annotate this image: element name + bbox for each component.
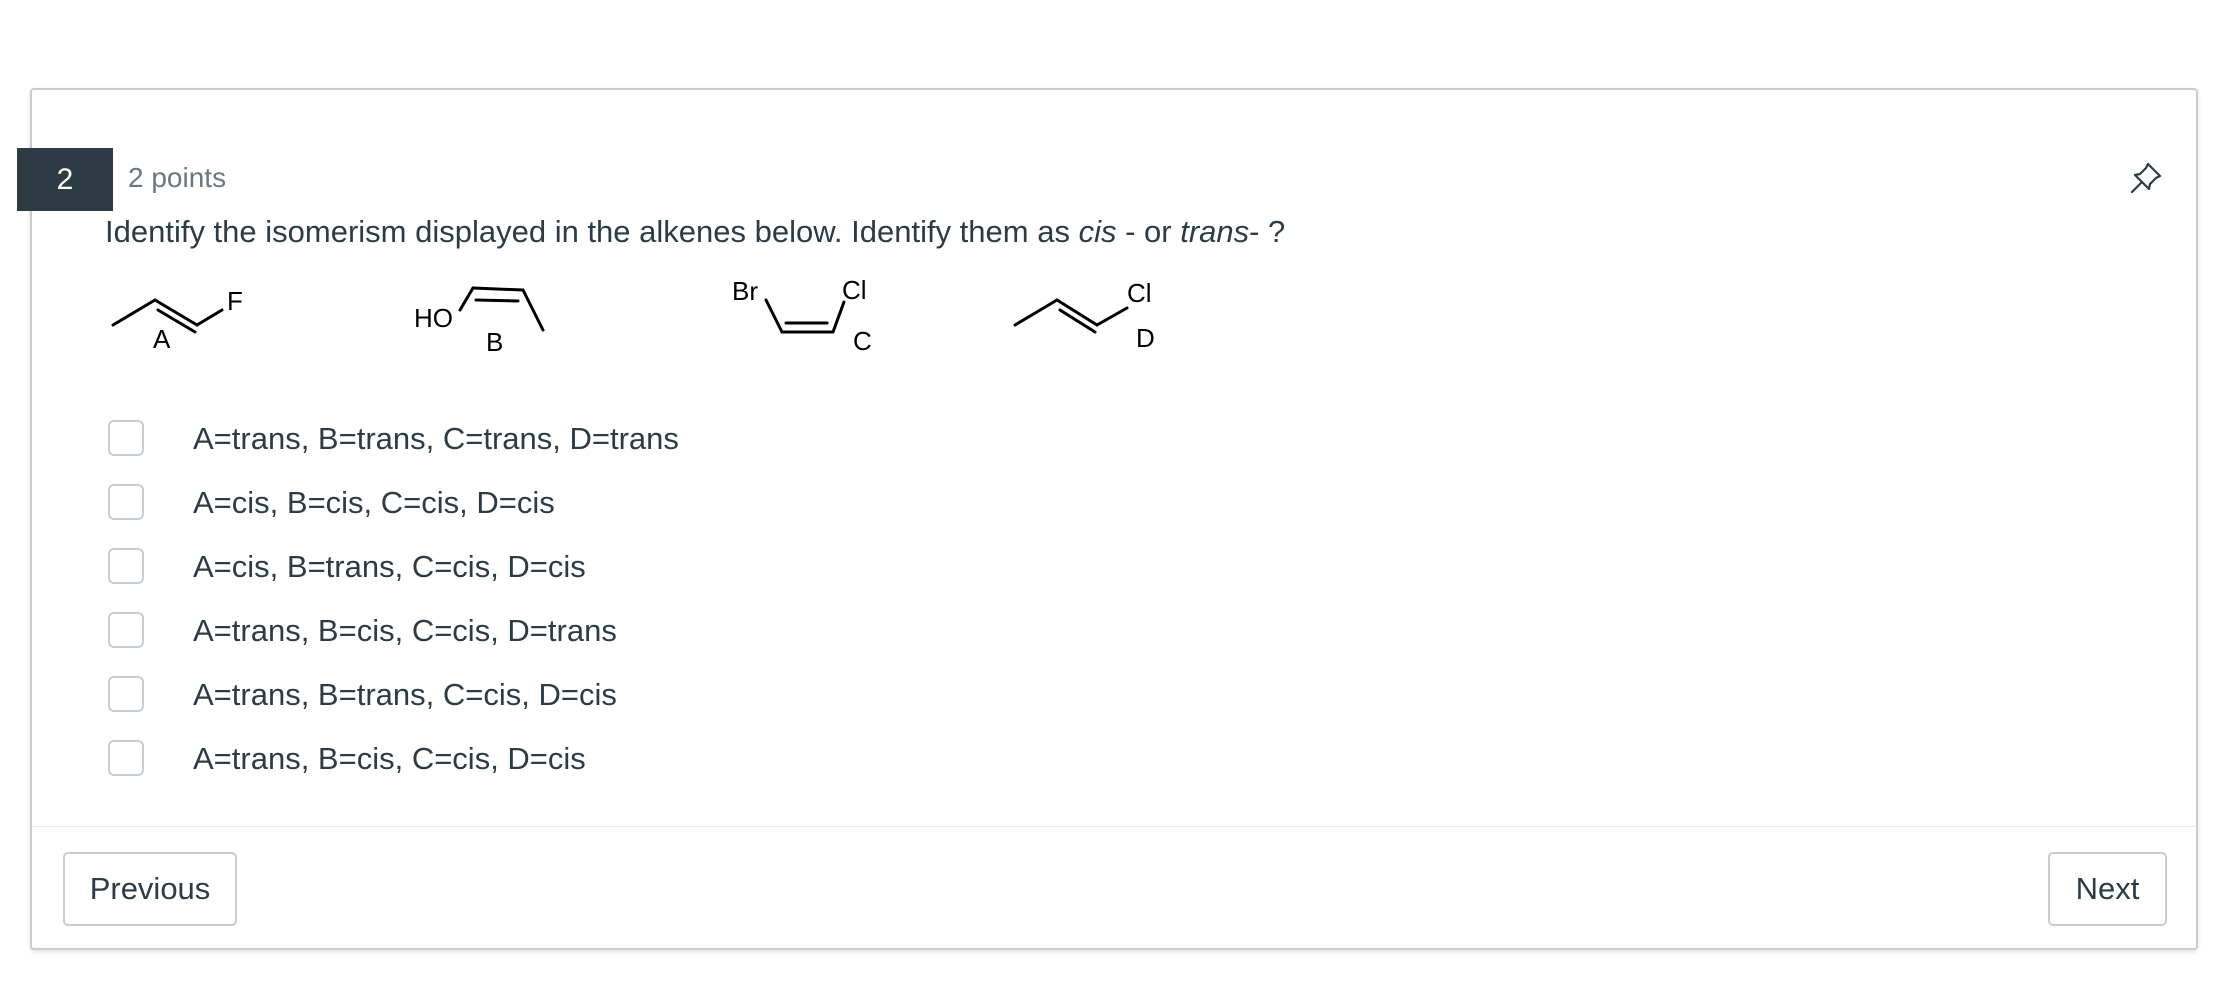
pin-icon[interactable] [2126, 158, 2166, 198]
answer-option[interactable]: A=trans, B=trans, C=cis, D=cis [106, 676, 906, 740]
answer-checkbox[interactable] [108, 676, 144, 712]
previous-button[interactable]: Previous [63, 852, 237, 926]
answer-list: A=trans, B=trans, C=trans, D=trans A=cis… [106, 420, 906, 804]
structure-a-label: A [153, 324, 171, 354]
question-number: 2 [56, 162, 74, 196]
prompt-cis: cis [1078, 214, 1117, 249]
structure-b-substituent: HO [414, 303, 453, 333]
answer-checkbox[interactable] [108, 484, 144, 520]
answer-checkbox[interactable] [108, 740, 144, 776]
structure-c-substituent-left: Br [732, 276, 758, 306]
structure-d [1013, 298, 1129, 334]
structure-b [458, 286, 545, 332]
prompt-text-middle: - or [1116, 214, 1181, 249]
answer-label[interactable]: A=cis, B=trans, C=cis, D=cis [193, 549, 586, 585]
answer-label[interactable]: A=trans, B=cis, C=cis, D=cis [193, 741, 586, 777]
answer-checkbox[interactable] [108, 420, 144, 456]
answer-option[interactable]: A=cis, B=trans, C=cis, D=cis [106, 548, 906, 612]
structure-d-substituent: Cl [1127, 278, 1152, 308]
next-button[interactable]: Next [2048, 852, 2167, 926]
question-prompt: Identify the isomerism displayed in the … [105, 214, 1285, 250]
structure-b-label: B [486, 327, 503, 357]
prompt-text-after: - ? [1249, 214, 1286, 249]
alkene-structures-image: F A HO B Br Cl C Cl D [111, 275, 1155, 357]
answer-label[interactable]: A=trans, B=trans, C=cis, D=cis [193, 677, 617, 713]
answer-label[interactable]: A=cis, B=cis, C=cis, D=cis [193, 485, 555, 521]
prompt-trans: trans [1180, 214, 1250, 249]
answer-label[interactable]: A=trans, B=cis, C=cis, D=trans [193, 613, 617, 649]
answer-option[interactable]: A=trans, B=cis, C=cis, D=cis [106, 740, 906, 804]
answer-checkbox[interactable] [108, 548, 144, 584]
answer-option[interactable]: A=trans, B=cis, C=cis, D=trans [106, 612, 906, 676]
answer-checkbox[interactable] [108, 612, 144, 648]
answer-option[interactable]: A=cis, B=cis, C=cis, D=cis [106, 484, 906, 548]
question-points: 2 points [128, 162, 227, 193]
question-number-badge: 2 [17, 148, 113, 211]
structure-c [764, 298, 846, 334]
structure-c-substituent-right: Cl [842, 275, 867, 305]
answer-label[interactable]: A=trans, B=trans, C=trans, D=trans [193, 421, 679, 457]
answer-option[interactable]: A=trans, B=trans, C=trans, D=trans [106, 420, 906, 484]
structure-d-label: D [1136, 323, 1155, 353]
footer-divider [32, 826, 2196, 827]
prompt-text-before: Identify the isomerism displayed in the … [105, 214, 1079, 249]
structure-a-substituent: F [227, 286, 243, 316]
structure-c-label: C [853, 326, 872, 356]
